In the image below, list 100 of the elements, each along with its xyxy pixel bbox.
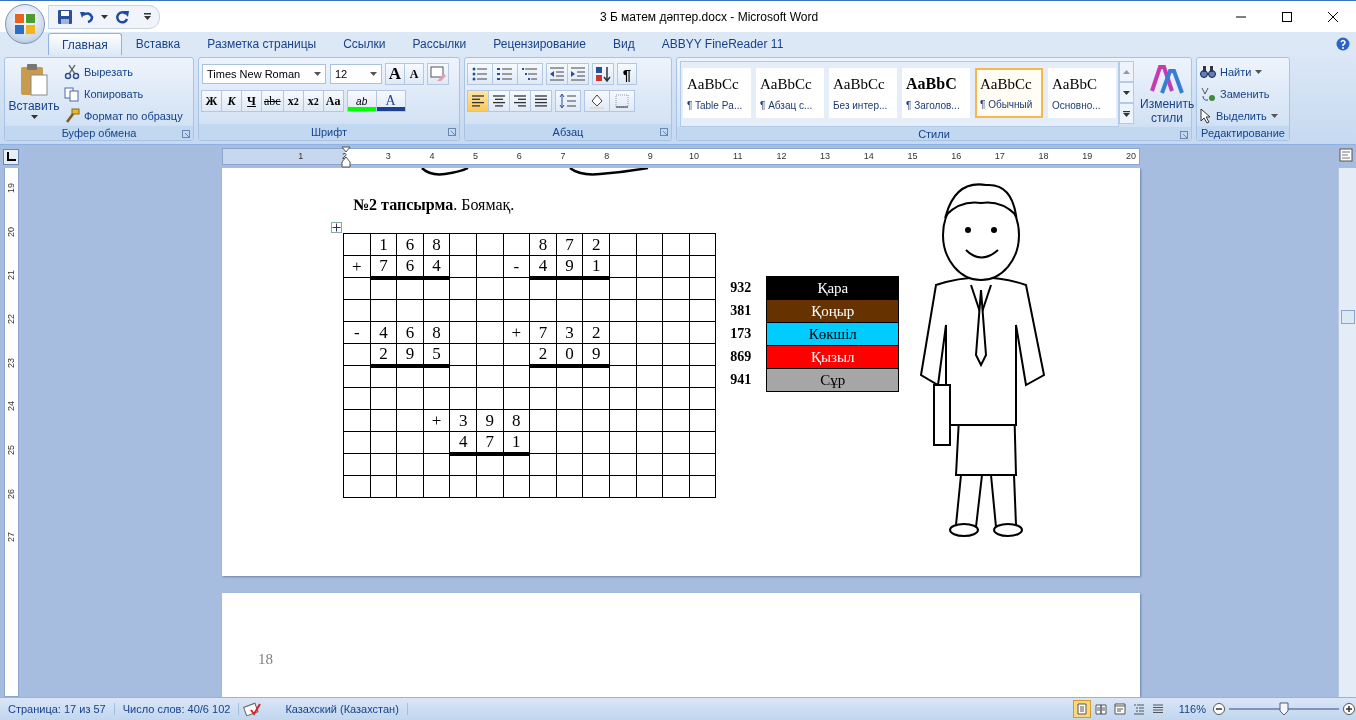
legend-number: 869 [715,345,767,369]
style-item[interactable]: AaBbC ¶ Заголов... [902,68,970,118]
clear-formatting-button[interactable] [427,63,449,85]
grid-cell: + [423,409,450,432]
scroll-down-button[interactable] [1119,82,1134,103]
increase-indent-button[interactable] [567,63,589,85]
cut-button[interactable]: Вырезать [64,61,183,82]
grid-cell: 4 [423,255,450,278]
decrease-indent-button[interactable] [546,63,568,85]
dialog-launcher-icon[interactable] [660,128,668,136]
ruler-number: 12 [776,151,787,161]
numbering-button[interactable] [492,63,518,85]
zoom-slider-thumb[interactable] [1279,702,1289,716]
dialog-launcher-icon[interactable] [1180,131,1188,139]
dialog-launcher-icon[interactable] [182,130,190,138]
caret-icon[interactable] [101,14,108,19]
zoom-in-button[interactable] [1342,702,1356,716]
select-button[interactable]: Выделить [1200,105,1278,126]
grid-cell: 4 [529,255,557,278]
grid-cell: 8 [423,321,450,344]
format-painter-button[interactable]: Формат по образцу [64,105,183,126]
indent-icon [570,67,586,81]
more-button[interactable] [1119,103,1134,124]
show-marks-button[interactable]: ¶ [617,63,637,85]
style-item[interactable]: AaBbC Основно... [1048,68,1116,118]
ruler-number: 1 [298,151,304,161]
multilevel-list-button[interactable] [517,63,543,85]
grid-cell: 8 [423,233,450,256]
spelling-check-icon[interactable] [243,702,262,716]
grid-cell: 7 [476,431,504,454]
shading-button[interactable] [584,90,610,112]
copy-icon [64,85,80,102]
format-button[interactable]: К [221,90,242,112]
style-item[interactable]: AaBbCc ¶ Table Pa... [683,68,751,118]
find-button[interactable]: Найти [1200,61,1278,82]
customize-icon[interactable] [144,13,151,20]
outdent-icon [549,67,565,81]
format-button[interactable]: Ж [201,90,222,112]
zoom-level[interactable]: 116% [1178,703,1206,715]
bullets-button[interactable] [467,63,493,85]
dialog-launcher-icon[interactable] [448,128,456,136]
office-button[interactable] [5,4,45,44]
highlight-button[interactable]: ab [346,90,377,112]
change-styles-button[interactable]: Изменить стили [1138,61,1197,127]
ribbon-tab[interactable]: Вставка [122,33,194,55]
text-align-icon [533,94,549,108]
bullet-list-icon [472,67,488,81]
ribbon-tab[interactable]: Вид [599,33,648,55]
align-left-button[interactable] [467,90,489,112]
sort-button[interactable] [592,63,614,85]
vertical-scrollbar[interactable] [1338,168,1356,697]
font-color-button[interactable]: A [375,90,406,112]
font-name-field[interactable]: Times New Roman [202,64,326,84]
save-icon[interactable] [57,8,73,25]
plus-icon [1343,703,1355,715]
format-button[interactable]: abc [261,90,284,112]
paste-button[interactable]: Вставить [8,61,60,126]
align-center-button[interactable] [488,90,510,112]
indent-marker-icon[interactable] [341,146,351,168]
borders-button[interactable] [609,90,635,112]
zoom-out-button[interactable] [1212,702,1226,716]
ribbon-tab[interactable]: ABBYY FineReader 11 [648,33,797,55]
grid-cell: 2 [529,343,557,366]
ribbon-tab[interactable]: Разметка страницы [194,33,330,55]
format-button[interactable]: Ч [241,90,262,112]
replace-button[interactable]: Заменить [1200,83,1278,104]
ruler-number: 5 [473,151,479,161]
grid-cell: + [343,255,371,278]
language-indicator[interactable]: Казахский (Казахстан) [277,703,408,715]
legend-number: 941 [715,368,767,392]
expand-icon [1123,110,1130,117]
text-align-icon [491,94,507,108]
font-size-field[interactable]: 12 [330,64,382,84]
view-button[interactable] [1072,700,1091,718]
replace-icon [1200,85,1216,102]
style-item[interactable]: AaBbCc ¶ Обычный [975,68,1043,118]
ruler-number: 7 [560,151,566,161]
minimize-icon [1236,15,1246,18]
page-count[interactable]: Страница: 17 из 57 [0,703,115,715]
grow-font-button[interactable]: A [385,63,405,85]
tab-selector-button[interactable] [3,148,19,165]
word-count[interactable]: Число слов: 40/6 102 [114,703,240,715]
ribbon-tab[interactable]: Главная [48,33,122,55]
copy-button[interactable]: Копировать [64,83,183,104]
ribbon-tab[interactable]: Рецензирование [480,33,599,55]
ribbon-tab[interactable]: Ссылки [330,33,399,55]
grid-cell: 8 [529,233,557,256]
table-move-handle-icon[interactable] [331,222,342,233]
redo-icon[interactable] [114,8,130,25]
shrink-font-button[interactable]: A [404,63,424,85]
align-justify-button[interactable] [530,90,552,112]
view-ruler-button[interactable] [1339,148,1353,165]
align-right-button[interactable] [509,90,531,112]
format-button[interactable]: Aa [322,90,344,112]
web-page-icon [1113,703,1126,715]
style-item[interactable]: AaBbCc Без интер... [829,68,897,118]
style-item[interactable]: AaBbCc ¶ Абзац с... [756,68,824,118]
window-title: 3 Б матем дәптер.docx - Microsoft Word [598,9,820,24]
help-icon[interactable] [1336,37,1350,51]
ribbon-tab[interactable]: Рассылки [399,33,480,55]
